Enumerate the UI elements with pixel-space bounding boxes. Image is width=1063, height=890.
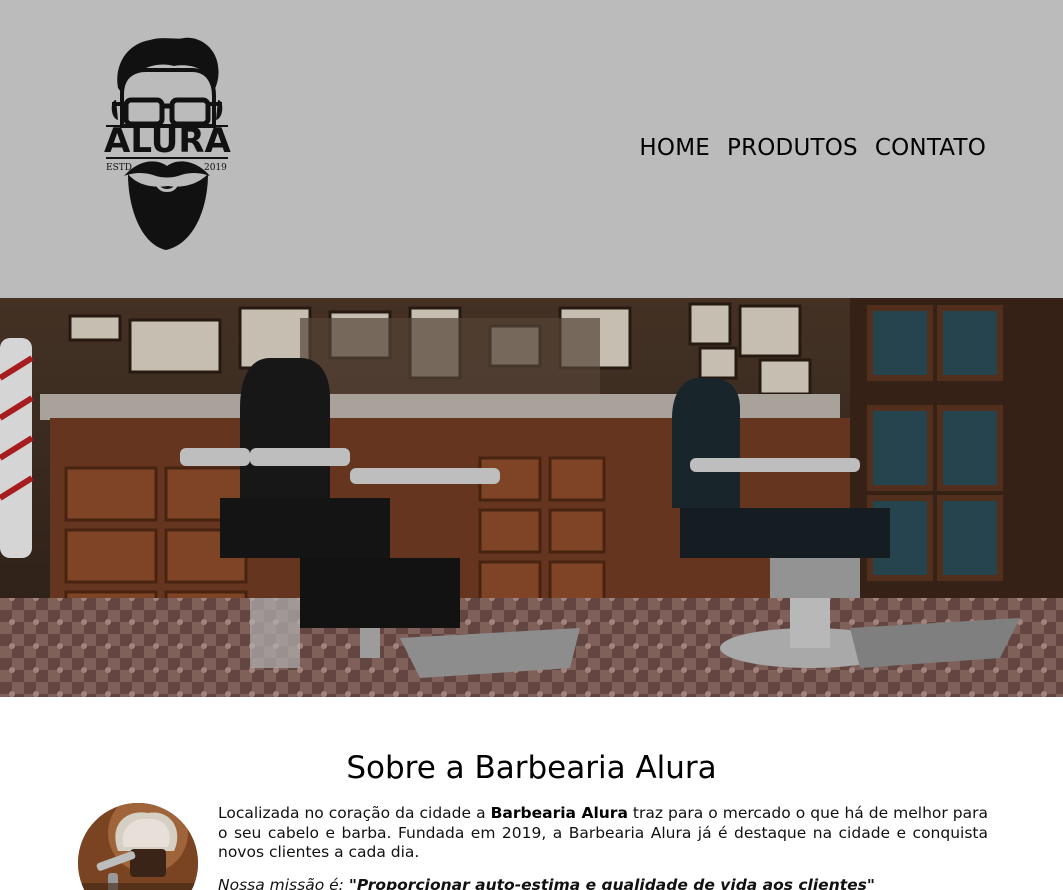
about-text-brand: Barbearia Alura — [490, 804, 628, 822]
shaving-brush-icon — [78, 803, 198, 890]
about-text-before: Localizada no coração da cidade a — [218, 804, 491, 822]
nav-produtos-link[interactable]: PRODUTOS — [727, 133, 858, 163]
logo-estd-text: ESTD — [106, 163, 132, 173]
about-title: Sobre a Barbearia Alura — [346, 750, 717, 786]
mission-statement: Nossa missão é: "Proporcionar auto-estim… — [218, 876, 988, 890]
logo-year-text: 2019 — [204, 163, 227, 173]
nav-contato-link[interactable]: CONTATO — [875, 133, 986, 163]
site-header: ALURA ESTD 2019 HOME PRODUTOS CONTATO — [0, 0, 1063, 298]
barbershop-banner-image — [0, 298, 1063, 697]
nav-home-link[interactable]: HOME — [639, 133, 710, 163]
mission-text: "Proporcionar auto-estima e qualidade de… — [348, 876, 875, 890]
mission-label: Nossa missão é: — [218, 876, 349, 890]
about-description: Localizada no coração da cidade a Barbea… — [218, 804, 988, 863]
alura-logo[interactable]: ALURA ESTD 2019 — [104, 36, 231, 254]
hero-banner — [0, 298, 1063, 697]
main-nav: HOME PRODUTOS CONTATO — [639, 133, 986, 163]
shaving-brush-photo — [78, 803, 198, 890]
logo-brand-text: ALURA — [104, 121, 231, 161]
